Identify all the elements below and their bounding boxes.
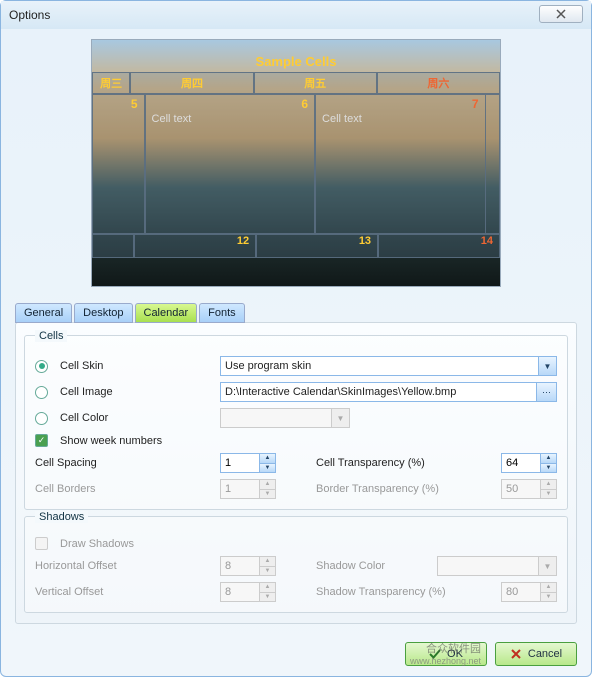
row-draw-shadows: Draw Shadows — [35, 537, 557, 550]
row-cell-skin: Cell Skin Use program skin ▼ — [35, 356, 557, 376]
spinner-buttons: ▲▼ — [259, 583, 275, 601]
cell-skin-combo[interactable]: Use program skin ▼ — [220, 356, 557, 376]
preview-header-cell: 周四 — [130, 72, 253, 94]
shadow-trans-label: Shadow Transparency (%) — [316, 586, 495, 598]
spinner-buttons[interactable]: ▲▼ — [540, 454, 556, 472]
row-hoffset-color: Horizontal Offset 8 ▲▼ Shadow Color ▼ — [35, 556, 557, 576]
x-icon — [510, 648, 522, 660]
cells-fieldset: Cells Cell Skin Use program skin ▼ Cell … — [24, 335, 568, 510]
row-spacing-trans: Cell Spacing 1 ▲▼ Cell Transparency (%) … — [35, 453, 557, 473]
tab-panel: Cells Cell Skin Use program skin ▼ Cell … — [15, 322, 577, 624]
cell-image-path[interactable]: D:\Interactive Calendar\SkinImages\Yello… — [220, 382, 557, 402]
chevron-down-icon: ▼ — [331, 409, 349, 427]
hoffset-label: Horizontal Offset — [35, 560, 214, 572]
options-window: Options Sample Cells 周三 周四 周五 周六 5 6Cell… — [0, 0, 592, 677]
preview-foot-cell: 13 — [256, 234, 378, 258]
cell-borders-spinner: 1 ▲▼ — [220, 479, 276, 499]
cell-color-radio[interactable] — [35, 412, 48, 425]
shadows-fieldset: Shadows Draw Shadows Horizontal Offset 8… — [24, 516, 568, 613]
tab-general[interactable]: General — [15, 303, 72, 323]
preview-title: Sample Cells — [92, 54, 500, 69]
ellipsis-icon[interactable]: ⋯ — [536, 383, 556, 401]
hoffset-spinner: 8 ▲▼ — [220, 556, 276, 576]
spinner-buttons: ▲▼ — [259, 480, 275, 498]
shadow-color-picker: ▼ — [437, 556, 557, 576]
preview-body-cell: 7Cell text — [315, 94, 485, 234]
cell-color-label: Cell Color — [60, 412, 214, 424]
check-icon — [429, 648, 441, 660]
preview-body-cell — [486, 94, 500, 234]
shadows-legend: Shadows — [35, 511, 88, 523]
draw-shadows-label: Draw Shadows — [60, 538, 220, 550]
sample-preview: Sample Cells 周三 周四 周五 周六 5 6Cell text 7C… — [91, 39, 501, 287]
shadow-trans-spinner: 80 ▲▼ — [501, 582, 557, 602]
preview-foot-row: 12 13 14 — [92, 234, 500, 258]
preview-foot-cell — [92, 234, 134, 258]
cell-borders-label: Cell Borders — [35, 483, 214, 495]
cell-spacing-spinner[interactable]: 1 ▲▼ — [220, 453, 276, 473]
voffset-spinner: 8 ▲▼ — [220, 582, 276, 602]
tab-calendar[interactable]: Calendar — [135, 303, 198, 323]
row-voffset-trans: Vertical Offset 8 ▲▼ Shadow Transparency… — [35, 582, 557, 602]
preview-header-cell: 周三 — [92, 72, 130, 94]
cell-spacing-label: Cell Spacing — [35, 457, 214, 469]
row-borders: Cell Borders 1 ▲▼ Border Transparency (%… — [35, 479, 557, 499]
preview-header-cell: 周五 — [254, 72, 377, 94]
content-area: Sample Cells 周三 周四 周五 周六 5 6Cell text 7C… — [1, 29, 591, 634]
cells-legend: Cells — [35, 330, 67, 342]
spinner-buttons[interactable]: ▲▼ — [259, 454, 275, 472]
cell-skin-label: Cell Skin — [60, 360, 214, 372]
window-title: Options — [9, 8, 50, 22]
tab-desktop[interactable]: Desktop — [74, 303, 132, 323]
tabstrip: General Desktop Calendar Fonts — [15, 303, 577, 323]
border-trans-label: Border Transparency (%) — [316, 483, 495, 495]
titlebar: Options — [1, 1, 591, 29]
cancel-button[interactable]: Cancel — [495, 642, 577, 666]
preview-foot-cell: 14 — [378, 234, 500, 258]
preview-body-cell: 6Cell text — [145, 94, 315, 234]
button-bar: OK Cancel — [405, 642, 577, 666]
window-close-button[interactable] — [539, 5, 583, 23]
preview-header-cell: 周六 — [377, 72, 500, 94]
draw-shadows-checkbox[interactable] — [35, 537, 48, 550]
chevron-down-icon: ▼ — [538, 557, 556, 575]
preview-header-row: 周三 周四 周五 周六 — [92, 72, 500, 94]
row-cell-color: Cell Color ▼ — [35, 408, 557, 428]
preview-foot-cell: 12 — [134, 234, 256, 258]
cell-color-picker[interactable]: ▼ — [220, 408, 350, 428]
shadow-color-label: Shadow Color — [316, 560, 431, 572]
chevron-down-icon: ▼ — [538, 357, 556, 375]
cell-trans-label: Cell Transparency (%) — [316, 457, 495, 469]
ok-button[interactable]: OK — [405, 642, 487, 666]
voffset-label: Vertical Offset — [35, 586, 214, 598]
close-icon — [556, 9, 566, 19]
tab-fonts[interactable]: Fonts — [199, 303, 245, 323]
spinner-buttons: ▲▼ — [540, 583, 556, 601]
cell-skin-radio[interactable] — [35, 360, 48, 373]
show-week-checkbox[interactable] — [35, 434, 48, 447]
preview-body-cell: 5 — [92, 94, 145, 234]
cell-image-radio[interactable] — [35, 386, 48, 399]
spinner-buttons: ▲▼ — [259, 557, 275, 575]
show-week-label: Show week numbers — [60, 435, 220, 447]
cell-trans-spinner[interactable]: 64 ▲▼ — [501, 453, 557, 473]
border-trans-spinner: 50 ▲▼ — [501, 479, 557, 499]
row-show-week: Show week numbers — [35, 434, 557, 447]
row-cell-image: Cell Image D:\Interactive Calendar\SkinI… — [35, 382, 557, 402]
cell-image-label: Cell Image — [60, 386, 214, 398]
preview-body-row: 5 6Cell text 7Cell text — [92, 94, 500, 234]
spinner-buttons: ▲▼ — [540, 480, 556, 498]
